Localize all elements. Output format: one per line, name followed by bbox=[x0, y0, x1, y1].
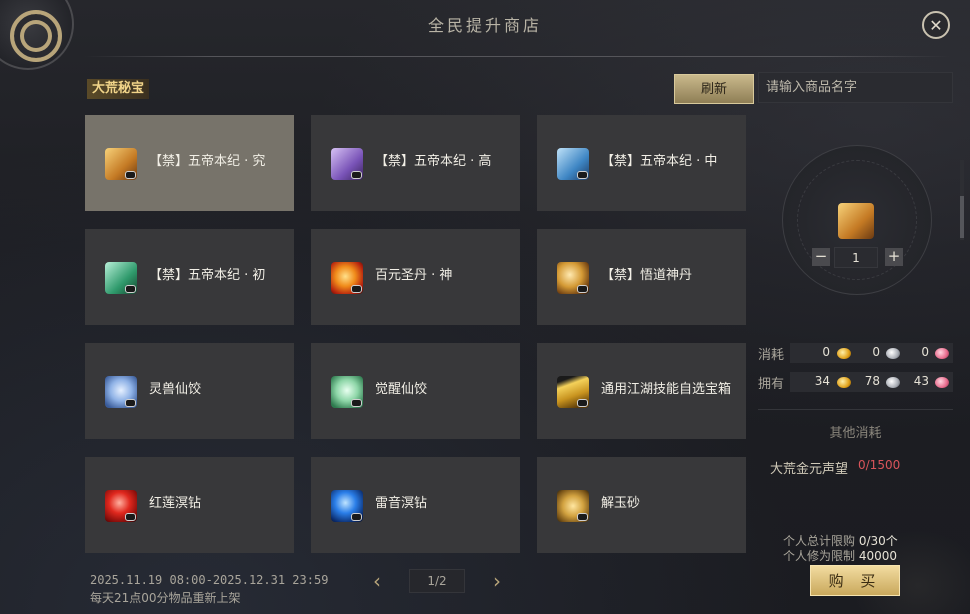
own-pink-value: 43 bbox=[913, 374, 929, 388]
event-date-range: 2025.11.19 08:00-2025.12.31 23:59 bbox=[90, 573, 329, 587]
page-indicator: 1/2 bbox=[409, 569, 465, 593]
title-divider bbox=[84, 56, 950, 57]
cost-label: 消耗 bbox=[758, 348, 785, 363]
page-next-button[interactable]: › bbox=[487, 569, 507, 593]
item-card[interactable]: 红莲溟钻 bbox=[85, 457, 294, 553]
item-name: 雷音溟钻 bbox=[375, 496, 428, 511]
page-prev-button[interactable]: ‹ bbox=[367, 569, 387, 593]
cost-pink-value: 0 bbox=[921, 345, 929, 359]
total-limit-value: 0/30个 bbox=[858, 534, 898, 548]
item-name: 觉醒仙饺 bbox=[375, 382, 428, 397]
reputation-label: 大荒金元声望 bbox=[770, 462, 849, 477]
window-title: 全民提升商店 bbox=[427, 16, 542, 35]
pill-red-icon bbox=[331, 262, 363, 294]
refresh-button[interactable]: 刷新 bbox=[674, 74, 754, 104]
reputation-value: 0/1500 bbox=[858, 458, 901, 472]
category-tab[interactable]: 大荒秘宝 bbox=[87, 79, 150, 99]
item-card[interactable]: 【禁】五帝本纪 · 究 bbox=[85, 115, 294, 211]
item-name: 红莲溟钻 bbox=[149, 496, 202, 511]
book-purple-icon bbox=[331, 148, 363, 180]
divider bbox=[758, 409, 953, 410]
close-icon: ✕ bbox=[929, 15, 943, 35]
item-card[interactable]: 【禁】五帝本纪 · 高 bbox=[311, 115, 520, 211]
cost-gold-value: 0 bbox=[822, 345, 830, 359]
pink-coin-icon bbox=[935, 377, 949, 388]
book-green-icon bbox=[105, 262, 137, 294]
quantity-decrease-button[interactable]: − bbox=[812, 248, 830, 266]
item-card[interactable]: 觉醒仙饺 bbox=[311, 343, 520, 439]
chevron-right-icon: › bbox=[493, 569, 501, 593]
quantity-input[interactable] bbox=[834, 247, 878, 268]
item-name: 通用江湖技能自选宝箱 bbox=[601, 382, 732, 397]
other-cost-title: 其他消耗 bbox=[829, 426, 882, 441]
item-name: 解玉砂 bbox=[601, 496, 641, 511]
book-orange-icon bbox=[105, 148, 137, 180]
own-gold-value: 34 bbox=[814, 374, 830, 388]
sand-gold-icon bbox=[557, 490, 589, 522]
item-card[interactable]: 【禁】五帝本纪 · 初 bbox=[85, 229, 294, 325]
item-name: 【禁】五帝本纪 · 中 bbox=[601, 154, 718, 169]
item-card[interactable]: 灵兽仙饺 bbox=[85, 343, 294, 439]
book-orange-icon bbox=[838, 203, 874, 239]
chest-gold-icon bbox=[557, 376, 589, 408]
buy-button[interactable]: 购 买 bbox=[810, 565, 900, 596]
pink-coin-icon bbox=[935, 348, 949, 359]
total-limit-label: 个人总计限购 bbox=[783, 534, 856, 548]
item-name: 【禁】五帝本纪 · 高 bbox=[375, 154, 492, 169]
chevron-left-icon: ‹ bbox=[373, 569, 381, 593]
restock-note: 每天21点00分物品重新上架 bbox=[90, 591, 241, 605]
search-input[interactable] bbox=[758, 72, 953, 103]
own-label: 拥有 bbox=[758, 377, 785, 392]
item-name: 【禁】五帝本纪 · 究 bbox=[149, 154, 266, 169]
drill-red-icon bbox=[105, 490, 137, 522]
cultivation-limit-value: 40000 bbox=[858, 549, 898, 563]
item-card[interactable]: 解玉砂 bbox=[537, 457, 746, 553]
item-card[interactable]: 【禁】悟道神丹 bbox=[537, 229, 746, 325]
item-card[interactable]: 通用江湖技能自选宝箱 bbox=[537, 343, 746, 439]
own-silver-value: 78 bbox=[864, 374, 880, 388]
close-button[interactable]: ✕ bbox=[922, 11, 950, 39]
orb-gold-icon bbox=[557, 262, 589, 294]
item-card[interactable]: 雷音溟钻 bbox=[311, 457, 520, 553]
cultivation-limit: 个人修为限制 40000 bbox=[783, 547, 897, 564]
book-blue-icon bbox=[557, 148, 589, 180]
item-card[interactable]: 百元圣丹 · 神 bbox=[311, 229, 520, 325]
dumpling-green-icon bbox=[331, 376, 363, 408]
cost-silver-value: 0 bbox=[872, 345, 880, 359]
item-name: 灵兽仙饺 bbox=[149, 382, 202, 397]
cultivation-limit-label: 个人修为限制 bbox=[783, 549, 856, 563]
item-grid: 【禁】五帝本纪 · 究 【禁】五帝本纪 · 高 【禁】五帝本纪 · 中 【禁】五… bbox=[85, 115, 746, 555]
drill-blue-icon bbox=[331, 490, 363, 522]
item-name: 百元圣丹 · 神 bbox=[375, 268, 453, 283]
item-name: 【禁】五帝本纪 · 初 bbox=[149, 268, 266, 283]
panel-scrollbar-thumb[interactable] bbox=[960, 196, 964, 238]
dumpling-blue-icon bbox=[105, 376, 137, 408]
quantity-increase-button[interactable]: + bbox=[885, 248, 903, 266]
item-name: 【禁】悟道神丹 bbox=[601, 268, 693, 283]
item-card[interactable]: 【禁】五帝本纪 · 中 bbox=[537, 115, 746, 211]
